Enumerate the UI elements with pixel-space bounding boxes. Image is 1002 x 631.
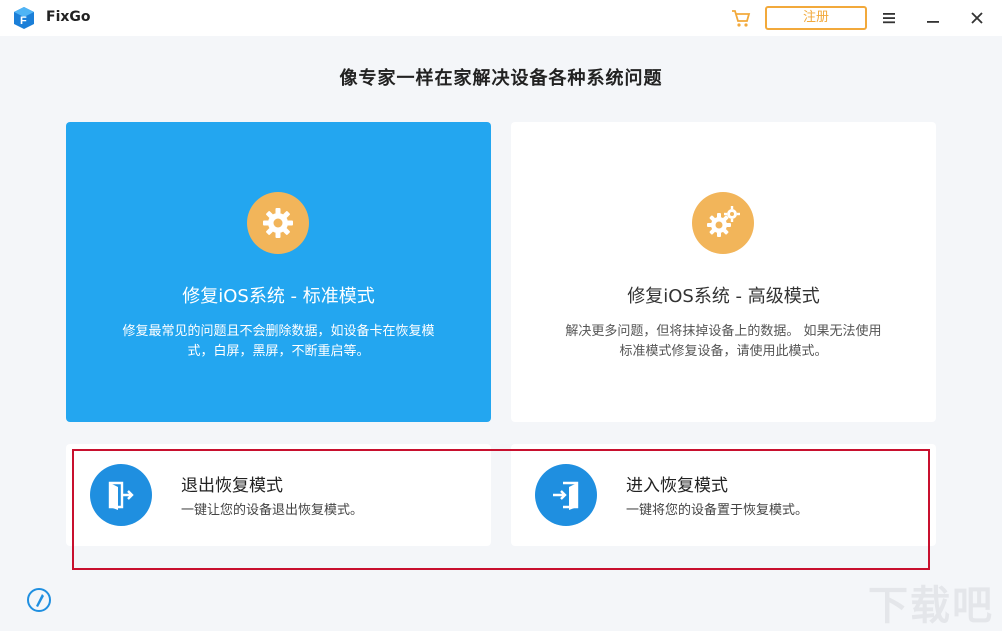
standard-mode-card[interactable]: 修复iOS系统 - 标准模式 修复最常见的问题且不会删除数据，如设备卡在恢复模 … [66,122,491,422]
advanced-mode-title: 修复iOS系统 - 高级模式 [627,286,820,307]
exit-recovery-description: 一键让您的设备退出恢复模式。 [181,503,364,518]
watermark: 下载吧 [868,583,994,629]
minimize-icon[interactable] [924,9,942,27]
close-icon[interactable] [968,9,986,27]
standard-mode-title: 修复iOS系统 - 标准模式 [182,286,375,307]
enter-recovery-mode-card[interactable]: 进入恢复模式 一键将您的设备置于恢复模式。 [511,444,936,546]
fixgo-logo-icon: F [14,7,34,29]
register-button[interactable]: 注册 [765,6,867,30]
menu-icon[interactable] [880,9,898,27]
advanced-mode-description: 解决更多问题，但将抹掉设备上的数据。 如果无法使用 标准模式修复设备，请使用此模… [565,324,882,359]
enter-recovery-description: 一键将您的设备置于恢复模式。 [626,503,809,518]
app-name: FixGo [46,9,91,25]
advanced-mode-card[interactable]: 修复iOS系统 - 高级模式 解决更多问题，但将抹掉设备上的数据。 如果无法使用… [511,122,936,422]
title-bar: F FixGo 注册 [0,0,1002,36]
enter-door-icon [535,464,597,526]
page-headline: 像专家一样在家解决设备各种系统问题 [339,68,663,89]
enter-recovery-title: 进入恢复模式 [626,476,728,496]
exit-recovery-mode-card[interactable]: 退出恢复模式 一键让您的设备退出恢复模式。 [66,444,491,546]
standard-mode-description: 修复最常见的问题且不会删除数据，如设备卡在恢复模 式，白屏，黑屏，不断重启等。 [122,324,435,359]
gears-icon [692,192,754,254]
feedback-icon[interactable] [26,587,52,613]
exit-door-icon [90,464,152,526]
svg-text:F: F [20,15,27,27]
exit-recovery-title: 退出恢复模式 [181,476,283,496]
cart-icon[interactable] [730,7,752,29]
gear-icon [247,192,309,254]
